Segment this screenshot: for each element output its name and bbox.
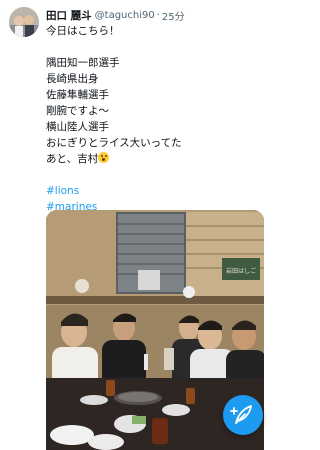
- tweet-text: 今日はこちら！ 隅田知一郎選手 長崎県出身 佐藤隼輔選手 剛腕ですよ～ 横山陸人…: [46, 23, 266, 215]
- avatar-photo: [9, 7, 39, 37]
- timestamp[interactable]: 25分: [162, 8, 185, 23]
- photo-sign-text: 岩田はしご: [226, 267, 256, 275]
- tweet-line: 横山陸人選手: [46, 121, 109, 133]
- tweet-line: 長崎県出身: [46, 73, 99, 85]
- tweet-line: 今日はこちら！: [46, 25, 120, 37]
- separator-dot: ·: [156, 9, 160, 21]
- compose-tweet-button[interactable]: [223, 395, 263, 435]
- avatar[interactable]: [9, 7, 39, 37]
- tweet-line: 隅田知一郎選手: [46, 57, 120, 69]
- hashtag-lions[interactable]: #lions: [46, 183, 266, 199]
- tweet-line-last: あと、吉村: [46, 151, 266, 167]
- user-handle[interactable]: @taguchi90: [95, 10, 155, 21]
- surprised-face-emoji-icon: [98, 152, 110, 163]
- tweet-header: 田口 麗斗 @taguchi90 · 25分: [46, 7, 267, 23]
- tweet-line: おにぎりとライス大いってた: [46, 137, 182, 149]
- tweet-line: 佐藤隼輔選手: [46, 89, 109, 101]
- feather-compose-icon: [230, 405, 252, 424]
- tweet-line: 剛腕ですよ～: [46, 105, 109, 117]
- tweet-line-text: あと、吉村: [46, 153, 99, 165]
- display-name[interactable]: 田口 麗斗: [46, 8, 92, 23]
